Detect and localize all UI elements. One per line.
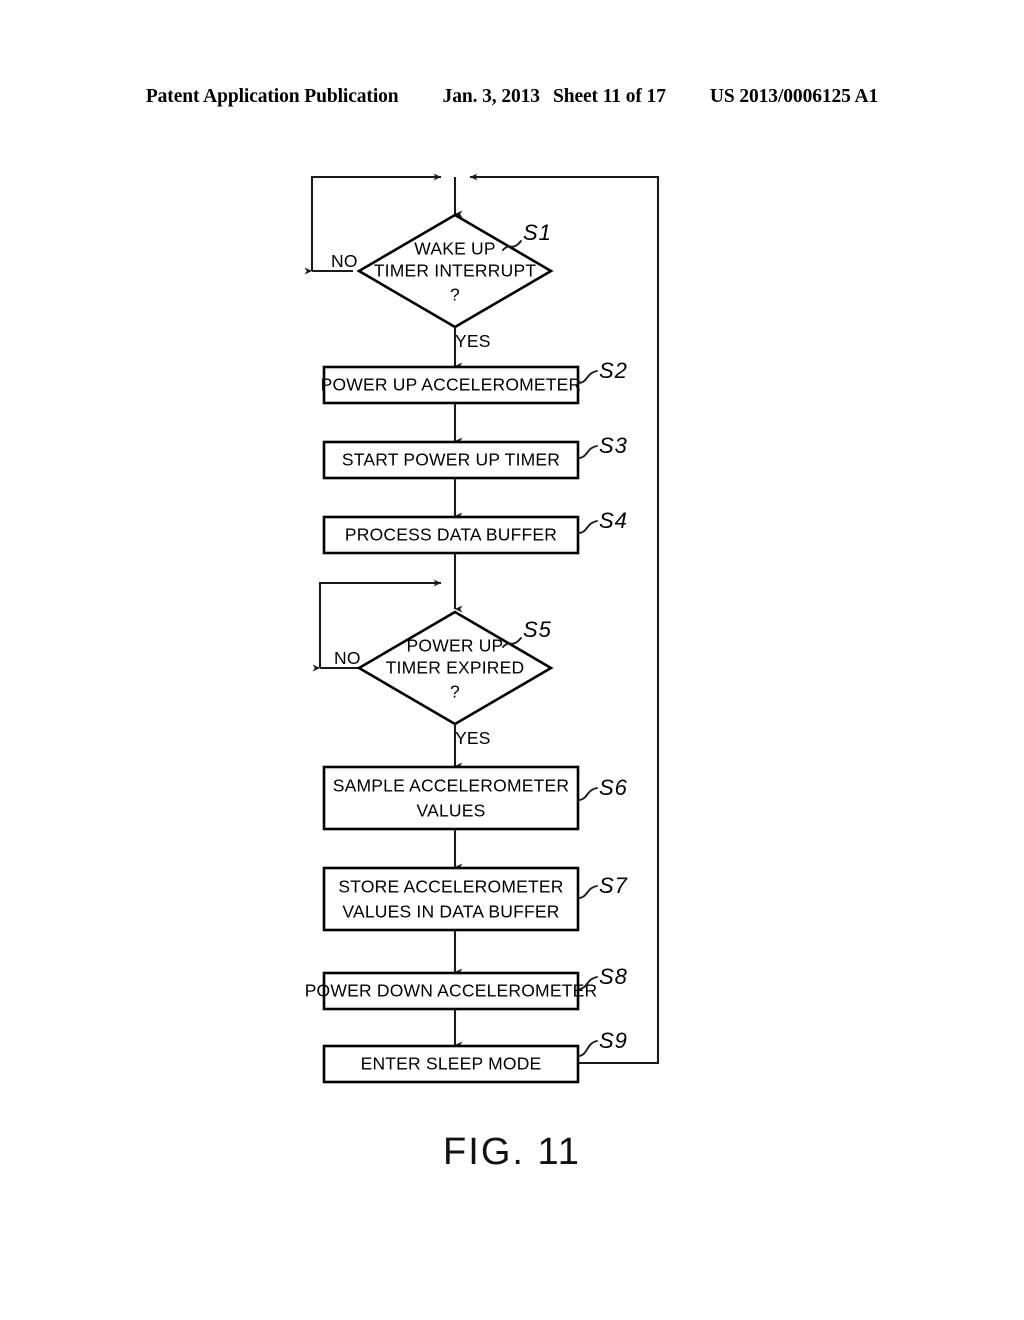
- node-s7[interactable]: STORE ACCELEROMETER VALUES IN DATA BUFFE…: [322, 866, 580, 932]
- node-s7-line-1: STORE ACCELEROMETER: [338, 877, 563, 897]
- patent-page: Patent Application Publication Jan. 3, 2…: [0, 0, 1024, 1320]
- node-s4[interactable]: PROCESS DATA BUFFER: [322, 515, 580, 555]
- node-s9-line-1: ENTER SLEEP MODE: [361, 1054, 542, 1074]
- step-label-s9: S9: [599, 1028, 628, 1053]
- leader-s8: S8: [577, 964, 628, 990]
- branch-label-s5-no: NO: [334, 648, 361, 668]
- node-s2-line-1: POWER UP ACCELEROMETER: [321, 375, 582, 395]
- node-s1-line-2: TIMER INTERRUPT: [374, 261, 537, 281]
- node-s7-line-2: VALUES IN DATA BUFFER: [342, 902, 559, 922]
- node-s8[interactable]: POWER DOWN ACCELEROMETER: [305, 971, 598, 1011]
- step-label-s2: S2: [599, 358, 628, 383]
- leader-s3: S3: [577, 433, 628, 459]
- node-s3[interactable]: START POWER UP TIMER: [322, 440, 580, 480]
- step-label-s7: S7: [599, 873, 628, 898]
- node-s8-line-1: POWER DOWN ACCELEROMETER: [305, 981, 598, 1001]
- leader-s6: S6: [577, 775, 628, 801]
- figure-caption: FIG. 11: [443, 1131, 581, 1173]
- node-s6-line-1: SAMPLE ACCELEROMETER: [333, 776, 569, 796]
- leader-s9: S9: [577, 1028, 628, 1057]
- branch-label-s1-no: NO: [331, 251, 358, 271]
- node-s4-line-1: PROCESS DATA BUFFER: [345, 525, 557, 545]
- step-label-s3: S3: [599, 433, 628, 458]
- step-label-s1: S1: [523, 220, 552, 245]
- leader-s2: S2: [577, 358, 628, 384]
- flowchart-figure: WAKE UP TIMER INTERRUPT ? S1 NO YES POWE…: [304, 173, 660, 1084]
- branch-label-s1-yes: YES: [455, 331, 491, 351]
- step-label-s6: S6: [599, 775, 628, 800]
- node-s5-line-3: ?: [450, 682, 460, 702]
- node-s1-line-3: ?: [450, 285, 460, 305]
- leader-s7: S7: [577, 873, 628, 899]
- node-s3-line-1: START POWER UP TIMER: [342, 450, 560, 470]
- node-s2[interactable]: POWER UP ACCELEROMETER: [321, 365, 582, 405]
- node-s1-line-1: WAKE UP: [414, 239, 495, 259]
- node-s5-line-2: TIMER EXPIRED: [386, 658, 525, 678]
- leader-s4: S4: [577, 508, 628, 534]
- step-label-s8: S8: [599, 964, 628, 989]
- step-label-s4: S4: [599, 508, 628, 533]
- node-s5-line-1: POWER UP: [407, 636, 504, 656]
- step-label-s5: S5: [523, 617, 552, 642]
- leader-s1: S1: [502, 220, 552, 251]
- node-s6[interactable]: SAMPLE ACCELEROMETER VALUES: [322, 765, 580, 831]
- leader-s5: S5: [502, 617, 552, 648]
- node-s9[interactable]: ENTER SLEEP MODE: [322, 1044, 580, 1084]
- node-s6-line-2: VALUES: [417, 801, 486, 821]
- branch-label-s5-yes: YES: [455, 728, 491, 748]
